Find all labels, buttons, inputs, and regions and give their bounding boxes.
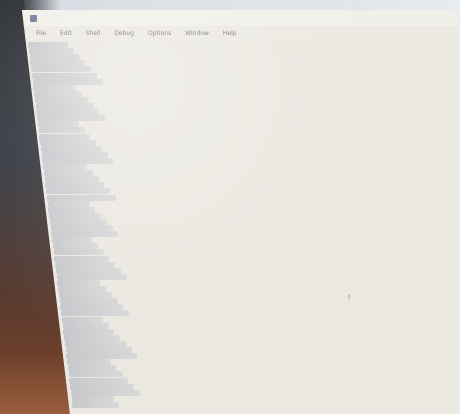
editor-line	[33, 84, 77, 91]
editor-line	[42, 157, 114, 164]
editor-line	[70, 383, 134, 390]
editor-line	[29, 54, 80, 61]
editor-line	[58, 292, 112, 299]
editor-line	[43, 170, 93, 177]
menu-file[interactable]: File	[36, 30, 46, 37]
editor-line	[61, 316, 103, 323]
editor-line	[67, 365, 117, 372]
editor-line	[53, 249, 104, 256]
editor-line	[50, 225, 113, 231]
editor-line	[28, 42, 68, 48]
monitor-screen: File Edit Shell Debug Options Window Hel…	[22, 10, 458, 414]
text-cursor: ı	[348, 292, 351, 301]
editor-line	[35, 103, 94, 109]
editor-line	[52, 243, 98, 250]
editor-line	[49, 212, 101, 219]
editor-line	[72, 401, 120, 408]
menu-shell[interactable]: Shell	[86, 30, 101, 37]
text-editor-area[interactable]: ı	[22, 40, 458, 414]
menu-debug[interactable]: Debug	[114, 30, 134, 37]
editor-line	[62, 322, 109, 329]
menu-edit[interactable]: Edit	[60, 30, 72, 37]
editor-line	[30, 60, 86, 67]
menu-options[interactable]: Options	[148, 30, 171, 37]
editor-line	[55, 267, 121, 274]
editor-line	[63, 328, 115, 335]
editor-line	[46, 194, 116, 201]
editor-line	[60, 304, 124, 311]
editor-line	[59, 298, 118, 305]
editor-line	[38, 127, 85, 134]
menu-help[interactable]: Help	[223, 30, 237, 37]
window-titlebar	[22, 10, 458, 26]
editor-line	[34, 90, 82, 97]
editor-line	[40, 139, 96, 146]
editor-line	[46, 188, 110, 195]
editor-line	[52, 237, 92, 244]
editor-line	[66, 353, 138, 360]
editor-line	[45, 182, 105, 189]
editor-line	[69, 377, 129, 384]
editor-line	[49, 218, 107, 225]
editor-line	[56, 273, 127, 280]
editor-line	[36, 109, 100, 116]
editor-line	[58, 286, 106, 292]
editor-line	[71, 395, 114, 402]
menu-bar: File Edit Shell Debug Options Window Hel…	[22, 26, 458, 41]
editor-line	[64, 334, 120, 341]
editor-line	[61, 310, 129, 317]
editor-line	[70, 389, 140, 396]
editor-line	[64, 340, 126, 347]
app-icon	[30, 14, 37, 22]
editor-line	[44, 176, 99, 183]
editor-line	[57, 279, 101, 286]
editor-line	[48, 206, 96, 213]
editor-line	[43, 164, 87, 170]
editor-line	[65, 347, 132, 353]
editor-line	[37, 121, 79, 128]
editor-line	[67, 359, 111, 366]
editor-line	[40, 145, 102, 152]
editor-line	[41, 151, 108, 158]
editor-line	[68, 371, 123, 378]
editor-line	[39, 133, 91, 140]
editor-line	[47, 200, 90, 207]
menu-window[interactable]: Window	[185, 30, 209, 37]
editor-line	[51, 231, 119, 238]
editor-line	[28, 48, 74, 55]
editor-line	[31, 66, 91, 73]
editor-line	[54, 255, 110, 262]
editor-line	[37, 115, 105, 122]
editor-line	[32, 78, 103, 85]
editor-line	[31, 72, 97, 79]
editor-line	[55, 261, 115, 268]
editor-line	[34, 96, 88, 103]
